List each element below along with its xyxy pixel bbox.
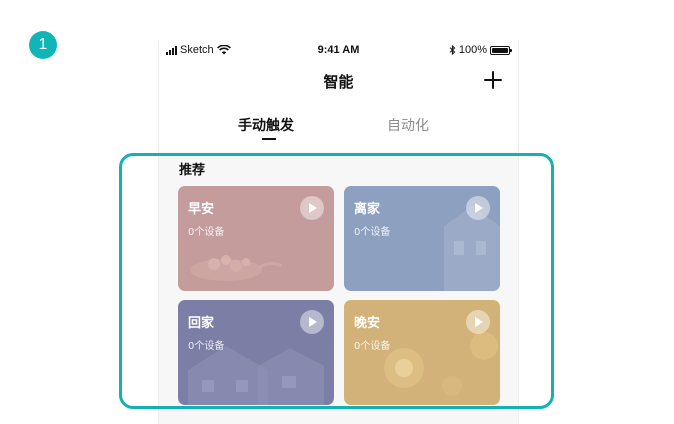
nav-bar: 智能	[159, 63, 518, 103]
tab-bar: 手动触发 自动化	[159, 107, 518, 143]
battery-icon	[490, 45, 512, 55]
highlight-frame	[119, 153, 554, 409]
plus-icon[interactable]	[482, 69, 504, 91]
step-badge: 1	[29, 31, 57, 59]
tab-automation[interactable]: 自动化	[387, 115, 429, 135]
tab-active-indicator	[262, 138, 276, 140]
tab-manual-trigger[interactable]: 手动触发	[238, 115, 294, 135]
page-title: 智能	[323, 73, 354, 91]
bluetooth-icon	[449, 45, 456, 55]
battery-percent: 100%	[458, 44, 487, 56]
status-right: 100%	[449, 44, 512, 56]
status-bar: Sketch 9:41 AM 100%	[159, 41, 518, 61]
